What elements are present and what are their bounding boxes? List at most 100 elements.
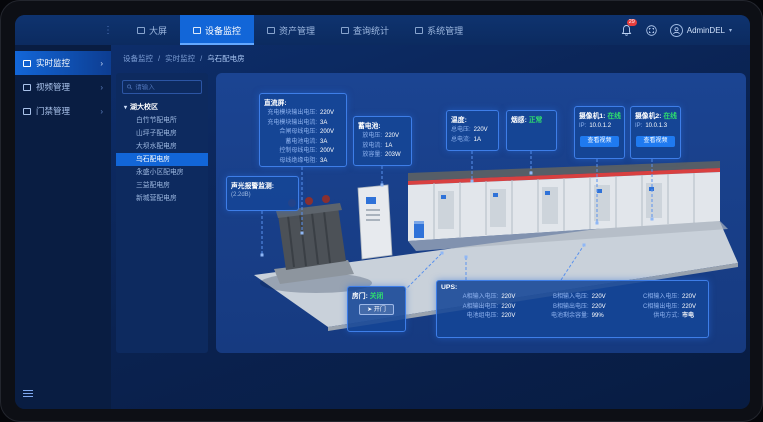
metric-value: 200V xyxy=(320,147,342,157)
door-panel: 房门: 关闭 ➤ 开门 xyxy=(347,286,406,332)
view-video-button[interactable]: 查看视频 xyxy=(636,136,674,147)
panel-title: 声光报警监测: xyxy=(231,180,294,190)
view-video-button[interactable]: 查看视频 xyxy=(580,136,618,147)
metric-label: B相输出电压: xyxy=(531,303,591,313)
camera1-panel: 摄像机1: 在线 IP:10.0.1.2 查看视频 xyxy=(574,106,625,159)
breadcrumb-item[interactable]: 设备监控 xyxy=(123,53,153,64)
metric-value: 220V xyxy=(592,293,614,303)
panel-title: 摄像机2: 在线 xyxy=(635,110,676,120)
metric-label: A相输入电压: xyxy=(441,293,501,303)
tab-device-monitoring[interactable]: 设备监控 xyxy=(180,15,254,45)
ip-label: IP: xyxy=(635,122,645,132)
tree-item[interactable]: 永盛小区配电房 xyxy=(116,166,208,179)
sidebar-item-realtime-monitoring[interactable]: 实时监控 › xyxy=(15,51,111,75)
metric-label: 合闸母线电压: xyxy=(264,128,320,138)
tree-item[interactable]: 新城营配电房 xyxy=(116,192,208,205)
tab-dashboard[interactable]: 大屏 xyxy=(124,15,180,45)
metric-label: 蓄电池电流: xyxy=(264,138,320,148)
user-name: AdminDEL xyxy=(687,26,725,35)
metric-value: 3A xyxy=(320,138,342,148)
metric-label: 电池剩余容量: xyxy=(531,312,591,322)
alarm-count-badge: 29 xyxy=(627,19,637,26)
tree-item[interactable]: 白竹节配电所 xyxy=(116,114,208,127)
chevron-right-icon: › xyxy=(100,59,103,68)
metric-value: 220V xyxy=(501,293,523,303)
tree-root-label: 湖大校区 xyxy=(130,102,158,112)
metric-label: C相输入电压: xyxy=(622,293,682,303)
tree-item[interactable]: 三益配电房 xyxy=(116,179,208,192)
metric-value: 220V xyxy=(385,132,407,142)
chart-icon xyxy=(341,27,349,34)
metric-label: 母线绝缘电阻: xyxy=(264,157,320,167)
station-tree-panel: ▾ 湖大校区 白竹节配电所 山坪子配电房 大坝水配电房 乌石配电房 永盛小区配电… xyxy=(116,73,208,353)
metric-label: B相输入电压: xyxy=(531,293,591,303)
caret-down-icon: ▾ xyxy=(124,104,127,111)
open-door-label: 开门 xyxy=(374,307,386,313)
tab-query-statistics[interactable]: 查询统计 xyxy=(328,15,402,45)
tab-label: 大屏 xyxy=(149,24,167,37)
metric-value: 1A xyxy=(385,142,407,152)
panel-title: 烟感: 正常 xyxy=(511,114,552,124)
tab-system-management[interactable]: 系统管理 xyxy=(402,15,476,45)
metric-label: 充电模块输出电流: xyxy=(264,119,320,129)
chevron-right-icon: › xyxy=(100,107,103,116)
metric-value: 220V xyxy=(682,303,704,313)
ups-panel: UPS: A相输入电压:220V B相输入电压:220V C相输入电压:220V… xyxy=(436,280,709,338)
metric-label: 供电方式: xyxy=(622,312,682,322)
ip-value: 10.0.1.2 xyxy=(589,122,620,132)
video-camera-icon xyxy=(23,84,31,91)
room-monitor-panel: 直流屏: 充电模块输出电压:220V 充电模块输出电流:3A 合闸母线电压:20… xyxy=(216,73,746,353)
tree-item[interactable]: 大坝水配电房 xyxy=(116,140,208,153)
panel-title: 温度: xyxy=(451,114,494,124)
metric-label: 放电压: xyxy=(358,132,385,142)
sidebar-item-access-control[interactable]: 门禁管理 › xyxy=(15,99,111,123)
open-door-button[interactable]: ➤ 开门 xyxy=(359,304,394,315)
tab-asset-management[interactable]: 资产管理 xyxy=(254,15,328,45)
tree-item-selected[interactable]: 乌石配电房 xyxy=(116,153,208,166)
camera2-panel: 摄像机2: 在线 IP:10.0.1.3 查看视频 xyxy=(630,106,681,159)
metric-value: 200V xyxy=(320,128,342,138)
door-icon xyxy=(23,108,31,115)
monitor-icon xyxy=(193,27,201,34)
camera1-status: 在线 xyxy=(607,113,621,120)
camera2-label: 摄像机2: xyxy=(635,113,661,120)
chevron-right-icon: › xyxy=(100,83,103,92)
smoke-sensor-panel: 烟感: 正常 xyxy=(506,110,557,151)
breadcrumb-item[interactable]: 实时监控 xyxy=(165,53,195,64)
tree-search-box xyxy=(122,80,202,94)
sidebar-item-video-management[interactable]: 视频管理 › xyxy=(15,75,111,99)
breadcrumb-item[interactable]: 乌石配电房 xyxy=(207,53,245,64)
panel-title: 蓄电池: xyxy=(358,120,407,130)
metric-label: A相输出电压: xyxy=(441,303,501,313)
monitor-icon xyxy=(23,60,31,67)
sidebar-item-label: 实时监控 xyxy=(36,57,70,69)
alarm-bell-button[interactable]: 29 xyxy=(620,24,633,37)
user-menu[interactable]: AdminDEL ▾ xyxy=(670,24,732,37)
breadcrumb-separator: / xyxy=(158,54,160,63)
metric-value: 220V xyxy=(682,293,704,303)
fullscreen-icon[interactable] xyxy=(646,25,657,36)
hamburger-icon xyxy=(23,390,33,391)
sidebar-item-label: 视频管理 xyxy=(36,81,70,93)
panel-title: 房门: 关闭 xyxy=(352,290,401,300)
sound-alarm-value: (2.2dB) xyxy=(231,192,294,198)
door-status: 关闭 xyxy=(370,293,384,300)
metric-label: C相输出电压: xyxy=(622,303,682,313)
metric-label: 控制母线电压: xyxy=(264,147,320,157)
temperature-panel: 温度: 总电压:220V 总电流:1A xyxy=(446,110,499,151)
dc-screen-panel: 直流屏: 充电模块输出电压:220V 充电模块输出电流:3A 合闸母线电压:20… xyxy=(259,93,347,167)
nav-tabs: 大屏 设备监控 资产管理 查询统计 系统管理 xyxy=(124,15,476,45)
camera1-label: 摄像机1: xyxy=(579,113,605,120)
navbar-actions: 29 AdminDEL ▾ xyxy=(620,24,732,37)
tree-root-node[interactable]: ▾ 湖大校区 xyxy=(116,100,208,114)
tree-item[interactable]: 山坪子配电房 xyxy=(116,127,208,140)
avatar xyxy=(670,24,683,37)
metric-label: 放容量: xyxy=(358,151,385,161)
person-icon xyxy=(672,26,681,35)
sidebar-collapse-button[interactable] xyxy=(23,389,35,399)
menu-dots-icon[interactable]: ⋮ xyxy=(103,25,114,36)
ip-label: IP: xyxy=(579,122,589,132)
smoke-status: 正常 xyxy=(529,117,543,124)
breadcrumb: 设备监控 / 实时监控 / 乌石配电房 xyxy=(111,45,750,71)
search-input[interactable] xyxy=(135,84,197,91)
